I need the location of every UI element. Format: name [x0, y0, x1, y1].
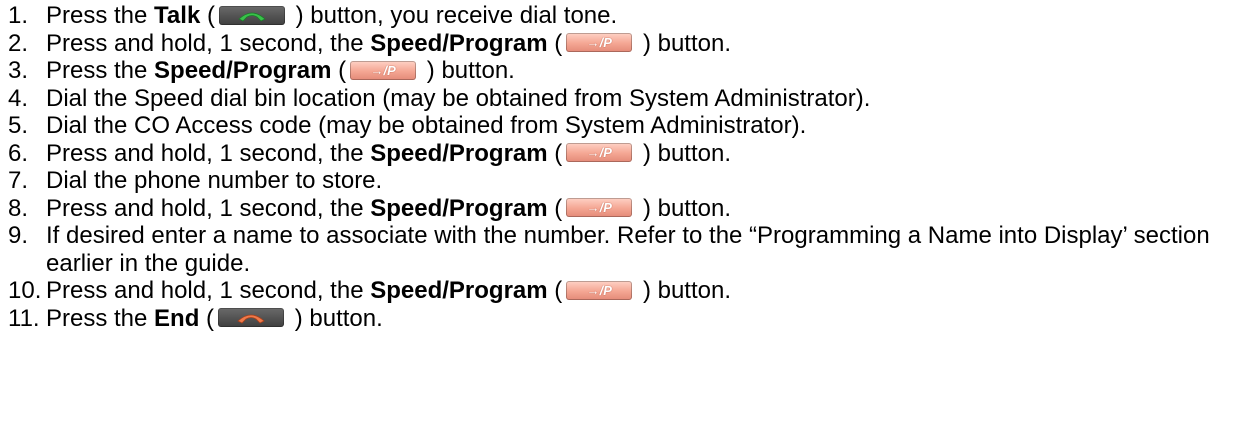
button-name: Speed/Program [370, 277, 548, 304]
step-text-post: ) button. [636, 194, 732, 222]
button-name: Speed/Program [370, 139, 548, 167]
step-text: Press the Talk ( ) button, you receive d… [46, 2, 617, 30]
step-text-post: ) button. [636, 277, 732, 304]
list-item: 11. Press the End ( ) button. [0, 305, 1243, 333]
step-text-post: ) button. [636, 139, 732, 167]
instruction-list: 1. Press the Talk ( ) button, you receiv… [0, 2, 1243, 332]
list-item: 6. Press and hold, 1 second, the Speed/P… [0, 140, 1243, 168]
step-text: Press the Speed/Program ( →/P ) button. [46, 57, 515, 85]
paren-open: ( [547, 194, 563, 222]
step-number: 5. [8, 112, 29, 139]
button-name: End [154, 304, 200, 332]
speed-program-label: →/P [370, 62, 396, 78]
step-text-pre: Press and hold, 1 second, the [46, 194, 371, 222]
step-number: 8. [8, 194, 29, 222]
button-name: Speed/Program [370, 194, 548, 222]
step-number: 3. [8, 57, 29, 84]
list-item: 3. Press the Speed/Program ( →/P ) button… [0, 57, 1243, 85]
end-handset-icon [218, 308, 285, 328]
talk-handset-icon [218, 5, 285, 25]
list-item: 2. Press and hold, 1 second, the Speed/P… [0, 30, 1243, 58]
step-text-pre: Press the [46, 57, 155, 84]
list-item: 1. Press the Talk ( ) button, you receiv… [0, 2, 1243, 30]
speed-program-icon: →/P [350, 60, 417, 80]
step-text: Press and hold, 1 second, the Speed/Prog… [46, 277, 731, 305]
paren-open: ( [547, 29, 563, 57]
step-text-pre: Press and hold, 1 second, the [46, 277, 371, 304]
list-item: 4. Dial the Speed dial bin location (may… [0, 85, 1243, 113]
step-number: 10. [8, 277, 42, 304]
step-number: 9. [8, 222, 29, 249]
step-text-pre: Press the [46, 2, 155, 29]
list-item: 5. Dial the CO Access code (may be obtai… [0, 112, 1243, 140]
speed-program-label: →/P [586, 200, 612, 216]
step-text-post: ) button. [636, 29, 732, 57]
step-text: Dial the CO Access code (may be obtained… [46, 112, 807, 139]
speed-program-icon: →/P [566, 143, 633, 163]
paren-open: ( [547, 139, 563, 167]
step-text-post: ) button. [288, 304, 383, 332]
speed-program-label: →/P [586, 282, 612, 298]
paren-open: ( [331, 57, 347, 84]
paren-open: ( [200, 2, 215, 29]
paren-open: ( [547, 277, 563, 304]
step-text: Dial the Speed dial bin location (may be… [46, 84, 871, 112]
paren-open: ( [199, 304, 215, 332]
speed-program-icon: →/P [566, 280, 633, 300]
step-text: Dial the phone number to store. [46, 167, 383, 194]
button-name: Talk [154, 2, 201, 29]
step-number: 4. [8, 84, 29, 112]
button-name: Speed/Program [370, 29, 548, 57]
button-name: Speed/Program [154, 57, 332, 84]
step-text: Press and hold, 1 second, the Speed/Prog… [46, 140, 731, 168]
speed-program-label: →/P [586, 145, 612, 161]
step-text-post: ) button, you receive dial tone. [288, 2, 618, 29]
list-item: 9. If desired enter a name to associate … [0, 222, 1243, 277]
speed-program-label: →/P [586, 35, 612, 51]
step-text-pre: Press and hold, 1 second, the [46, 29, 371, 57]
step-text: Press and hold, 1 second, the Speed/Prog… [46, 30, 731, 58]
step-text-pre: Press the [46, 304, 155, 332]
list-item: 10. Press and hold, 1 second, the Speed/… [0, 277, 1243, 305]
step-number: 2. [8, 29, 29, 57]
step-number: 1. [8, 2, 29, 29]
step-number: 11. [8, 304, 40, 332]
step-text: If desired enter a name to associate wit… [46, 222, 1210, 277]
speed-program-icon: →/P [566, 33, 633, 53]
list-item: 7. Dial the phone number to store. [0, 167, 1243, 195]
step-number: 6. [8, 139, 29, 167]
step-text: Press the End ( ) button. [46, 305, 383, 333]
step-text-post: ) button. [420, 57, 515, 84]
document-page: 1. Press the Talk ( ) button, you receiv… [0, 0, 1243, 448]
step-number: 7. [8, 167, 29, 194]
speed-program-icon: →/P [566, 198, 633, 218]
list-item: 8. Press and hold, 1 second, the Speed/P… [0, 195, 1243, 223]
step-text: Press and hold, 1 second, the Speed/Prog… [46, 195, 731, 223]
step-text-pre: Press and hold, 1 second, the [46, 139, 371, 167]
